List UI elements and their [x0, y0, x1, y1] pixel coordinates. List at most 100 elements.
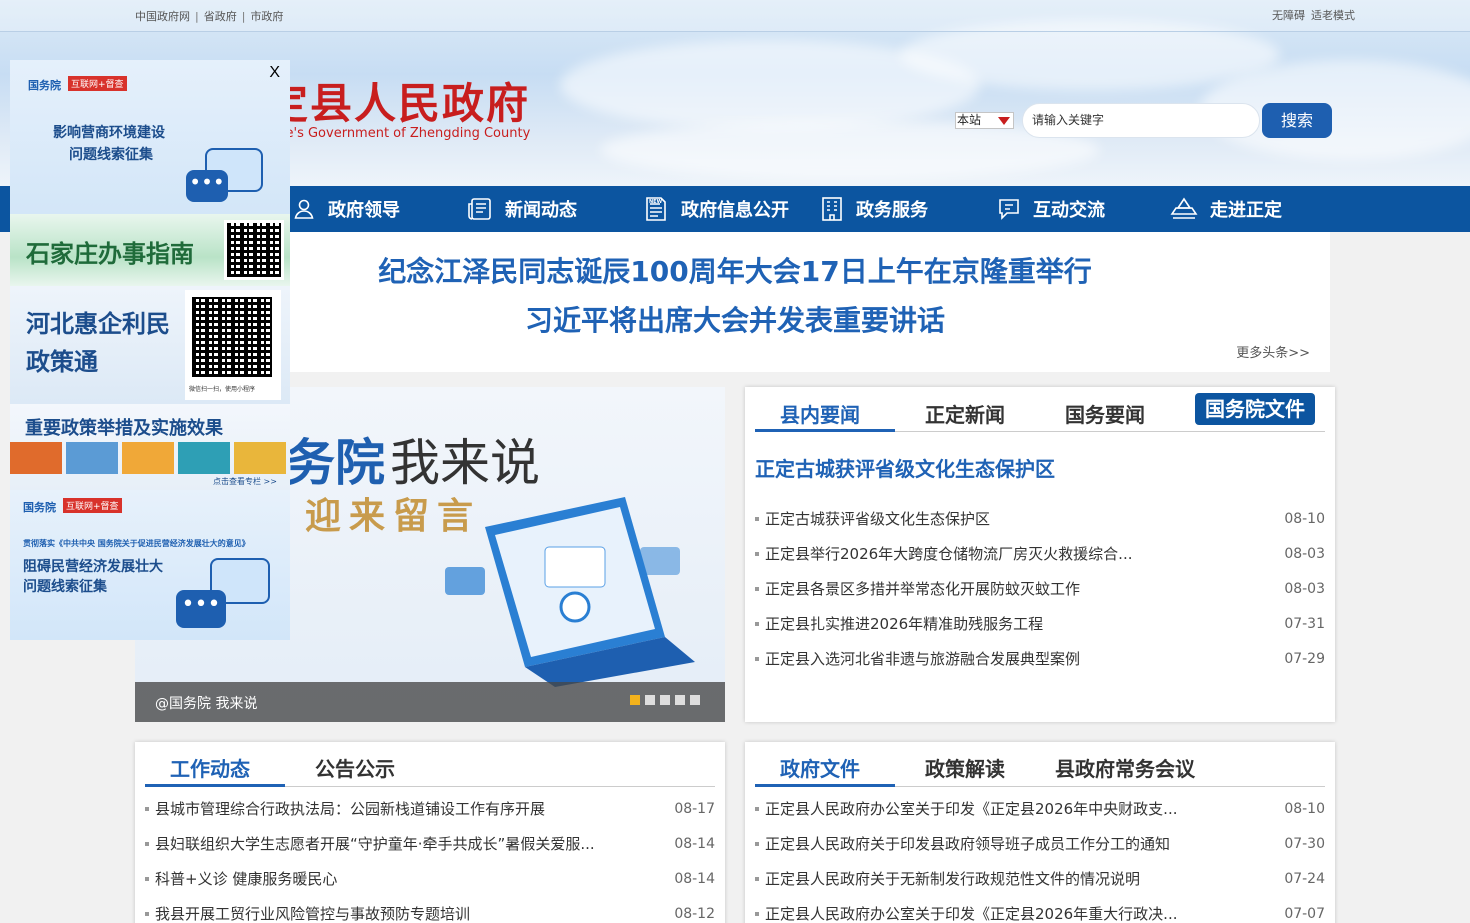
bullet	[755, 587, 759, 591]
ad-shijiazhuang-guide[interactable]: 石家庄办事指南	[10, 214, 290, 286]
nav-item-services[interactable]: 政务服务	[820, 186, 928, 232]
slider-dot[interactable]	[660, 695, 670, 705]
list-item[interactable]: 正定县举行2026年大跨度仓储物流厂房灭火救援综合... 08-03	[755, 544, 1325, 564]
link-central-gov[interactable]: 中国政府网	[135, 10, 190, 23]
list-item-date: 08-14	[674, 871, 715, 887]
thumbnail	[234, 442, 286, 474]
tab-executive-meetings[interactable]: 县政府常务会议	[1055, 753, 1195, 782]
tab-policy-interpretation[interactable]: 政策解读	[925, 753, 1005, 782]
list-item-title: 正定县扎实推进2026年精准助残服务工程	[765, 615, 1044, 633]
tab-state-news[interactable]: 国务要闻	[1065, 399, 1145, 428]
news-icon	[468, 198, 491, 220]
gov-links: 中国政府网 | 省政府 | 市政府	[135, 8, 283, 24]
headline-line-1[interactable]: 纪念江泽民同志诞辰100周年大会17日上午在京隆重举行	[290, 250, 1180, 290]
work-panel: 工作动态 公告公示 县城市管理综合行政执法局：公园新栈道铺设工作有序开展 08-…	[135, 742, 725, 923]
tab-announcements[interactable]: 公告公示	[315, 753, 395, 782]
list-item[interactable]: 县城市管理综合行政执法局：公园新栈道铺设工作有序开展 08-17	[145, 799, 715, 819]
list-item[interactable]: 正定县人民政府关于印发县政府领导班子成员工作分工的通知 07-30	[755, 834, 1325, 854]
nav-label: 互动交流	[1033, 200, 1105, 221]
ad4-link[interactable]: 点击查看专栏 >>	[213, 476, 277, 487]
list-item-title: 正定县举行2026年大跨度仓储物流厂房灭火救援综合...	[765, 545, 1133, 563]
chat-dots-icon: •••	[176, 590, 226, 628]
tab-state-council-docs[interactable]: 国务院文件	[1195, 393, 1315, 425]
dropdown-arrow-icon	[998, 117, 1010, 125]
chat-dots-icon: •••	[186, 170, 228, 202]
more-headlines-link[interactable]: 更多头条>>	[1236, 342, 1310, 361]
laptop-illustration	[445, 497, 695, 687]
list-item[interactable]: 县妇联组织大学生志愿者开展“守护童年·牵手共成长”暑假关爱服... 08-14	[145, 834, 715, 854]
list-item-date: 08-03	[1284, 581, 1325, 597]
list-item[interactable]: 正定县入选河北省非遗与旅游融合发展典型案例 07-29	[755, 649, 1325, 669]
user-icon	[294, 199, 314, 219]
thumbnail	[178, 442, 230, 474]
list-item-title: 我县开展工贸行业风险管控与事故预防专题培训	[155, 905, 471, 923]
nav-label: 新闻动态	[505, 200, 577, 221]
thumbnail	[122, 442, 174, 474]
ad-tag: 互联网+督查	[63, 498, 122, 513]
list-item[interactable]: 正定县各景区多措并举常态化开展防蚊灭蚊工作 08-03	[755, 579, 1325, 599]
tab-gov-documents[interactable]: 政府文件	[780, 753, 860, 782]
tab-work-updates[interactable]: 工作动态	[170, 753, 250, 782]
tab-county-news[interactable]: 县内要闻	[780, 399, 860, 428]
elderly-mode-link[interactable]: 适老模式	[1311, 9, 1355, 22]
separator: |	[195, 10, 199, 23]
slider-dot[interactable]	[630, 695, 640, 705]
active-tab-underline	[145, 784, 285, 787]
nav-item-info-disclosure[interactable]: NEW 政府信息公开	[643, 186, 789, 232]
list-item[interactable]: 正定县人民政府办公室关于印发《正定县2026年中央财政支... 08-10	[755, 799, 1325, 819]
tab-zhengding-news[interactable]: 正定新闻	[925, 399, 1005, 428]
ad-policy-service[interactable]: 河北惠企利民 政策通 微信扫一扫，使用小程序	[10, 286, 290, 404]
headline-line-2[interactable]: 习近平将出席大会并发表重要讲话	[290, 299, 1180, 339]
ad2-text: 石家庄办事指南	[26, 240, 194, 268]
banner-title-main: 务院	[285, 434, 385, 492]
list-item-date: 08-14	[674, 836, 715, 852]
link-city-gov[interactable]: 市政府	[250, 10, 283, 23]
accessibility-link[interactable]: 无障碍	[1272, 9, 1305, 22]
bullet	[145, 842, 149, 846]
list-item-title: 正定县人民政府关于无新制发行政规范性文件的情况说明	[765, 870, 1141, 888]
slider-caption[interactable]: @国务院 我来说	[155, 693, 257, 713]
list-item-date: 07-31	[1284, 616, 1325, 632]
ad-business-environment[interactable]: 国务院 互联网+督查 影响营商环境建设 问题线索征集 •••	[10, 60, 290, 214]
list-item[interactable]: 我县开展工贸行业风险管控与事故预防专题培训 08-12	[145, 904, 715, 923]
list-item-title: 正定县人民政府关于印发县政府领导班子成员工作分工的通知	[765, 835, 1171, 853]
ad3-line-1: 河北惠企利民	[26, 310, 170, 338]
list-item-title: 县城市管理综合行政执法局：公园新栈道铺设工作有序开展	[155, 800, 546, 818]
nav-item-news[interactable]: 新闻动态	[467, 186, 577, 232]
list-item[interactable]: 正定古城获评省级文化生态保护区 08-10	[755, 509, 1325, 529]
search-button[interactable]: 搜索	[1262, 103, 1332, 138]
list-item[interactable]: 正定县扎实推进2026年精准助残服务工程 07-31	[755, 614, 1325, 634]
bullet	[755, 877, 759, 881]
thumbnail	[10, 442, 62, 474]
ad-policy-measures[interactable]: 重要政策举措及实施效果 点击查看专栏 >>	[10, 404, 290, 490]
active-tab-underline	[755, 429, 895, 432]
nav-item-about[interactable]: 走进正定	[1170, 186, 1282, 232]
close-ad-button[interactable]: X	[269, 64, 280, 82]
qr-code-icon	[224, 220, 284, 280]
chat-icon	[999, 199, 1019, 220]
featured-headline[interactable]: 正定古城获评省级文化生态保护区	[755, 453, 1055, 482]
nav-item-leaders[interactable]: 政府领导	[292, 186, 400, 232]
list-item-date: 08-12	[674, 906, 715, 922]
link-province-gov[interactable]: 省政府	[204, 10, 237, 23]
list-item[interactable]: 正定县人民政府关于无新制发行政规范性文件的情况说明 07-24	[755, 869, 1325, 889]
landmark-icon	[1170, 197, 1198, 219]
search-scope-value: 本站	[957, 113, 982, 127]
building-icon	[822, 197, 842, 221]
nav-item-interaction[interactable]: 互动交流	[997, 186, 1105, 232]
list-item-date: 08-10	[1284, 511, 1325, 527]
list-item[interactable]: 正定县人民政府办公室关于印发《正定县2026年重大行政决... 07-07	[755, 904, 1325, 923]
slider-dot[interactable]	[645, 695, 655, 705]
search-scope-select[interactable]: 本站	[955, 112, 1014, 129]
svg-text:NEW: NEW	[649, 199, 663, 205]
ad5-subtitle: 贯彻落实《中共中央 国务院关于促进民营经济发展壮大的意见》	[23, 539, 250, 548]
ad-line-1: 影响营商环境建设	[53, 125, 165, 141]
docs-panel: 政府文件 政策解读 县政府常务会议 正定县人民政府办公室关于印发《正定县2026…	[745, 742, 1335, 923]
search-input[interactable]: 请输入关键字	[1022, 103, 1260, 138]
slider-dot[interactable]	[675, 695, 685, 705]
ad-private-economy[interactable]: 国务院 互联网+督查 贯彻落实《中共中央 国务院关于促进民营经济发展壮大的意见》…	[10, 490, 290, 640]
slider-dot[interactable]	[690, 695, 700, 705]
slider-caption-bar: @国务院 我来说	[135, 682, 725, 722]
list-item[interactable]: 科普+义诊 健康服务暖民心 08-14	[145, 869, 715, 889]
list-item-title: 科普+义诊 健康服务暖民心	[155, 870, 338, 888]
